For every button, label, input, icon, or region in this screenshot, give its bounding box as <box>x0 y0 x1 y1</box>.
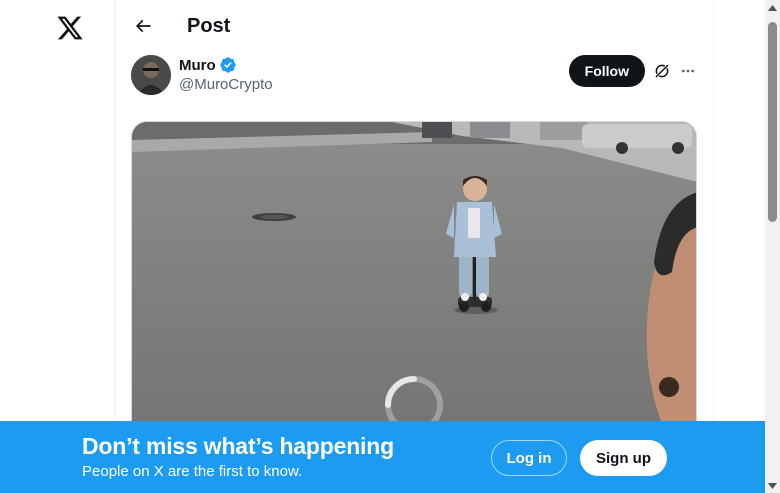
page: Post Muro @MuroCrypto Follow Don’t miss … <box>0 0 780 493</box>
grok-icon <box>654 63 670 79</box>
scroll-down-button[interactable] <box>765 478 780 493</box>
author-name-row[interactable]: Muro <box>179 56 237 74</box>
verified-badge-icon <box>219 57 236 73</box>
login-button[interactable]: Log in <box>491 440 567 476</box>
scroll-up-arrow-icon <box>768 4 777 11</box>
signup-button[interactable]: Sign up <box>580 440 667 476</box>
banner-title: Don’t miss what’s happening <box>82 433 394 459</box>
back-button[interactable] <box>129 12 157 40</box>
scrollbar[interactable] <box>765 0 780 493</box>
post-author: Muro @MuroCrypto Follow <box>131 54 699 98</box>
scroll-up-button[interactable] <box>765 0 780 15</box>
post-header: Post <box>115 0 715 53</box>
left-rail <box>0 0 114 493</box>
more-icon <box>682 69 694 73</box>
page-title: Post <box>187 15 231 37</box>
author-handle[interactable]: @MuroCrypto <box>179 76 273 93</box>
avatar[interactable] <box>131 55 171 95</box>
grok-button[interactable] <box>651 60 673 82</box>
back-arrow-icon <box>135 19 151 33</box>
follow-button[interactable]: Follow <box>568 55 645 87</box>
more-button[interactable] <box>677 60 699 82</box>
scroll-down-arrow-icon <box>768 482 777 489</box>
x-logo-icon[interactable] <box>56 14 84 42</box>
banner-subtitle: People on X are the first to know. <box>82 463 303 480</box>
main-column: Post Muro @MuroCrypto Follow <box>114 0 714 493</box>
author-name[interactable]: Muro <box>179 57 216 74</box>
signup-banner: Don’t miss what’s happening People on X … <box>0 421 765 493</box>
scrollbar-thumb[interactable] <box>768 22 777 222</box>
